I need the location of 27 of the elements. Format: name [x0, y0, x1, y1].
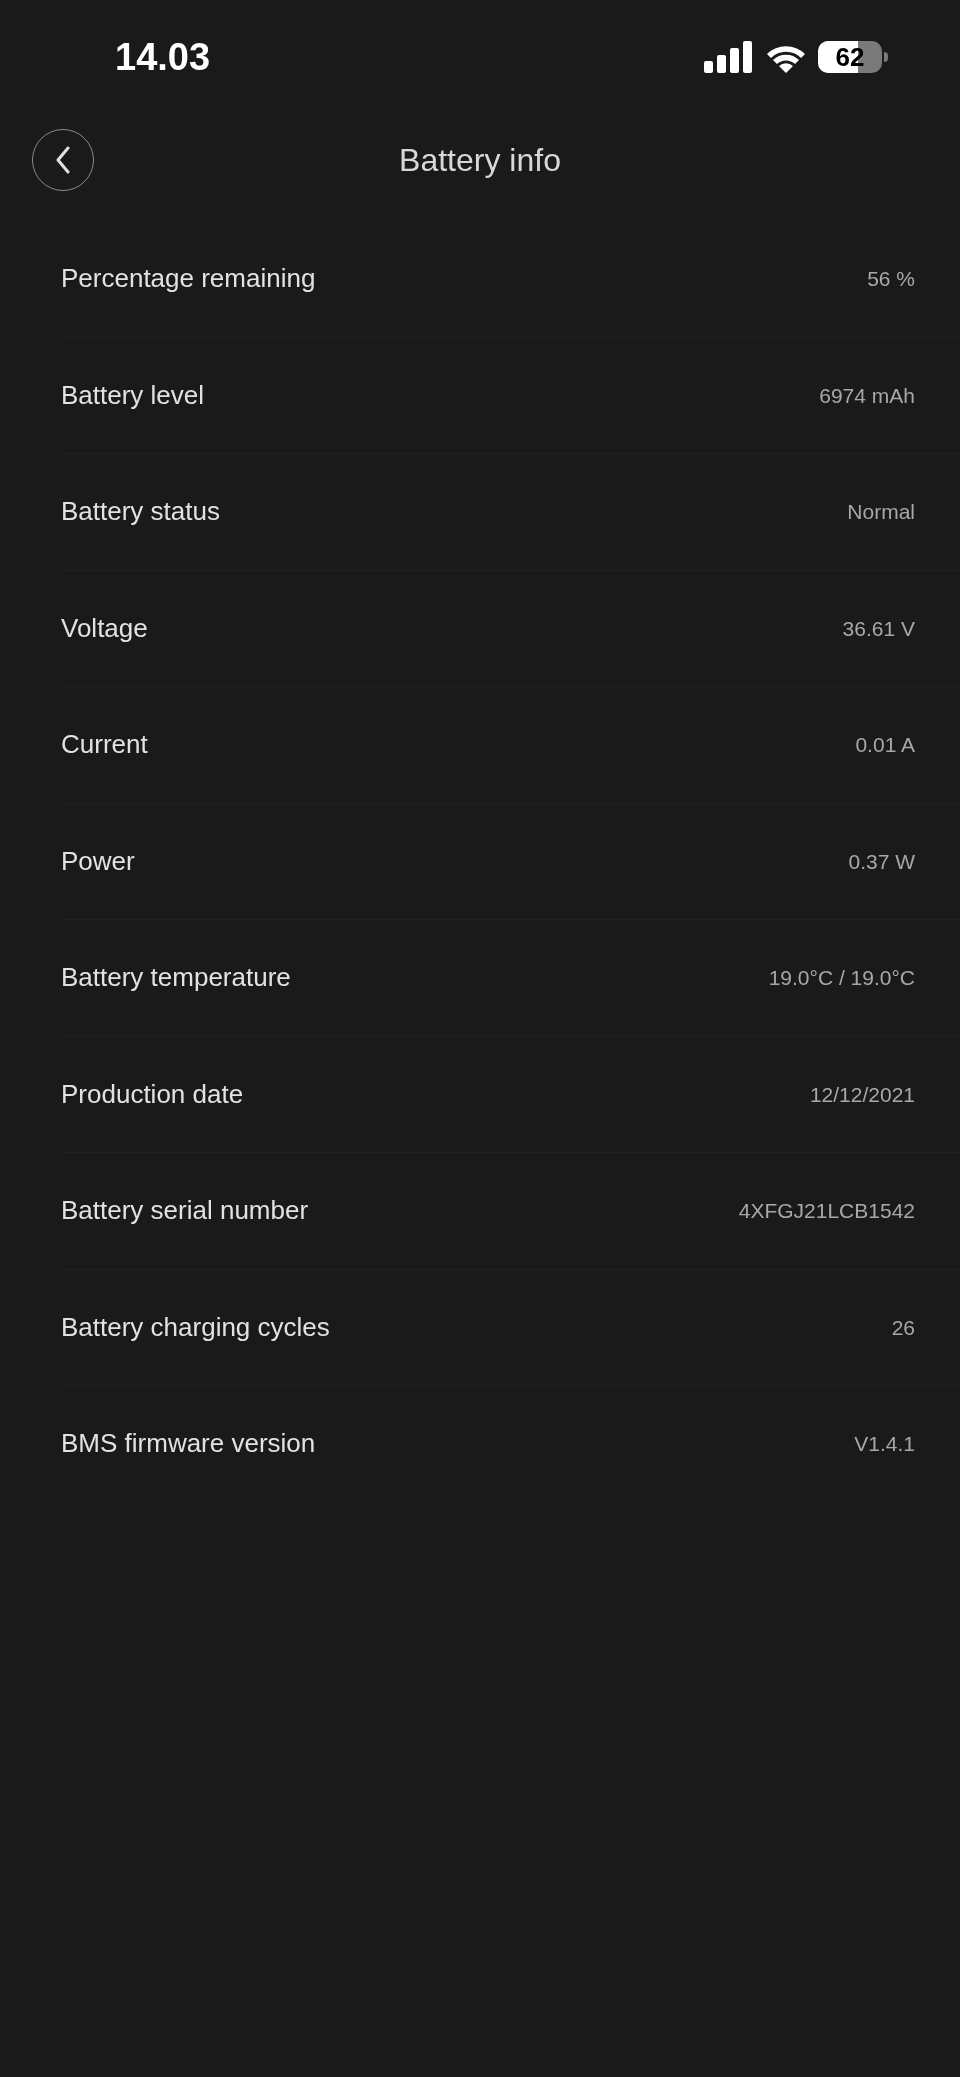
row-value: 19.0°C / 19.0°C: [768, 965, 915, 991]
row-value: 0.01 A: [855, 732, 915, 758]
row-label: Current: [61, 728, 148, 762]
status-time: 14.03: [115, 34, 211, 80]
row-value: 0.37 W: [848, 848, 915, 875]
row-label: Battery level: [61, 378, 205, 412]
row-value: 4XFGJ21LCB1542: [738, 1198, 915, 1224]
row-value: 6974 mAh: [819, 382, 915, 409]
row-label: Battery serial number: [61, 1194, 309, 1228]
row-value: Normal: [847, 499, 915, 525]
row-label: Power: [61, 844, 135, 878]
row-label: BMS firmware version: [61, 1427, 316, 1461]
chevron-left-icon: [55, 146, 71, 174]
row-label: Battery temperature: [61, 961, 291, 995]
row-label: Production date: [61, 1077, 244, 1111]
signal-icon: [704, 41, 754, 73]
page-title: Battery info: [399, 141, 561, 180]
row-label: Percentage remaining: [61, 261, 316, 295]
row-value: 12/12/2021: [809, 1081, 915, 1108]
row-label: Battery charging cycles: [61, 1310, 330, 1344]
row-value: 56 %: [867, 265, 915, 292]
row-label: Battery status: [61, 495, 220, 529]
row-label: Voltage: [61, 611, 148, 645]
battery-indicator: 62: [818, 41, 888, 73]
row-value: 36.61 V: [842, 615, 915, 642]
row-value: 26: [891, 1314, 915, 1341]
row-value: V1.4.1: [854, 1431, 915, 1457]
